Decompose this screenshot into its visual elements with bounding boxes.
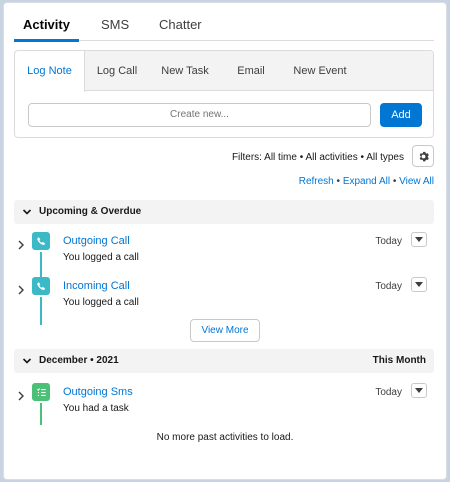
gear-icon [419,151,429,161]
timeline-line [40,297,42,325]
timeline-line [40,403,42,425]
item-menu-button[interactable] [411,383,427,398]
item-date: Today [375,236,402,247]
filters-summary: Filters: All time • All activities • All… [231,152,404,163]
tab-log-call[interactable]: Log Call [87,51,147,91]
item-description: You logged a call [63,252,139,263]
item-subject-link[interactable]: Outgoing Call [63,235,130,247]
item-subject-link[interactable]: Outgoing Sms [63,386,133,398]
view-all-link[interactable]: View All [399,176,434,187]
tab-new-event[interactable]: New Event [285,51,355,91]
add-button[interactable]: Add [380,103,422,127]
activity-tabs: Activity SMS Chatter [14,10,434,42]
section-period-label: This Month [372,355,426,366]
chevron-down-icon [22,358,32,364]
refresh-link[interactable]: Refresh [299,176,334,187]
chevron-right-icon[interactable] [17,240,25,250]
task-icon [32,383,50,401]
call-icon [32,232,50,250]
chevron-down-icon [22,209,32,215]
separator: • [336,176,341,187]
no-more-activities-message: No more past activities to load. [156,432,294,443]
separator: • [392,176,397,187]
caret-down-icon [415,236,423,242]
tab-new-task[interactable]: New Task [153,51,217,91]
tab-log-note[interactable]: Log Note [15,51,85,92]
activity-composer: Log Note Log Call New Task Email New Eve… [14,50,434,138]
item-menu-button[interactable] [411,232,427,247]
caret-down-icon [415,387,423,393]
section-december-2021[interactable]: December • 2021 This Month [14,349,434,373]
caret-down-icon [415,281,423,287]
tab-chatter[interactable]: Chatter [159,10,202,41]
timeline-item: Outgoing Call You logged a call Today [14,232,434,285]
filter-settings-button[interactable] [412,145,434,167]
chevron-right-icon[interactable] [17,391,25,401]
tab-sms[interactable]: SMS [101,10,129,41]
item-subject-link[interactable]: Incoming Call [63,280,130,292]
view-more-button[interactable]: View More [190,319,260,342]
section-upcoming-overdue[interactable]: Upcoming & Overdue [14,200,434,224]
section-title: Upcoming & Overdue [39,206,142,217]
item-date: Today [375,281,402,292]
item-menu-button[interactable] [411,277,427,292]
composer-tabs: Log Note Log Call New Task Email New Eve… [15,51,433,92]
tab-email[interactable]: Email [227,51,275,91]
item-date: Today [375,387,402,398]
timeline-item: Outgoing Sms You had a task Today [14,383,434,433]
activity-links: Refresh • Expand All • View All [299,176,434,187]
expand-all-link[interactable]: Expand All [343,176,390,187]
tab-activity[interactable]: Activity [14,10,79,42]
chevron-right-icon[interactable] [17,285,25,295]
call-icon [32,277,50,295]
item-description: You logged a call [63,297,139,308]
item-description: You had a task [63,403,129,414]
section-title: December • 2021 [39,355,119,366]
create-new-input[interactable]: Create new... [28,103,371,127]
